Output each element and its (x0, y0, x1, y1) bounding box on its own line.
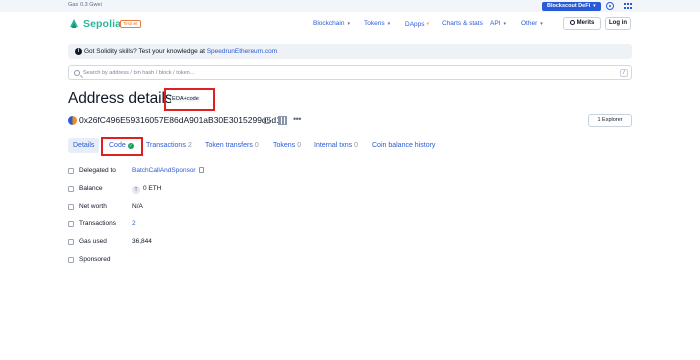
search-input[interactable] (83, 67, 603, 78)
blockscout-defi-button[interactable]: Blockscout DeFi ▾ (542, 2, 601, 11)
tab-label: Internal txns (314, 142, 353, 149)
detail-value: T0 ETH (132, 183, 161, 195)
detail-value: BatchCallAndSponsor (132, 165, 204, 177)
tab-label: Details (73, 142, 95, 149)
help-icon[interactable] (68, 186, 74, 192)
help-icon[interactable] (68, 204, 74, 210)
eoa-code-badge: EOA+code (171, 96, 200, 102)
nav-label: DApps (405, 21, 425, 28)
eth-token-icon: T (132, 186, 140, 194)
gas-label: Gas (68, 2, 79, 8)
tab-tokens[interactable]: Tokens 0 (273, 138, 301, 153)
chevron-down-icon: ▾ (387, 21, 391, 27)
nav-label: Other (521, 20, 538, 27)
testnet-badge: Testnet (120, 20, 141, 28)
settings-gear-icon[interactable] (606, 2, 614, 10)
help-icon[interactable] (68, 257, 74, 263)
detail-label: Net worth (79, 203, 107, 210)
qr-code-icon[interactable] (278, 116, 287, 125)
search-shortcut-key: / (620, 69, 628, 77)
annotation-highlight-box (101, 137, 143, 156)
annotation-highlight-box: EOA+code (164, 88, 215, 111)
tab-label: Coin balance history (372, 142, 436, 149)
banner-text-wrap: Got Solidity skills? Test your knowledge… (84, 44, 277, 59)
more-options-icon[interactable]: ••• (293, 114, 301, 124)
detail-label: Delegated to (79, 167, 116, 174)
chevron-down-icon: ▾ (503, 21, 506, 27)
nav-blockchain[interactable]: Blockchain ▾ (313, 20, 350, 27)
nav-label: Tokens (364, 20, 385, 27)
nav-label: Blockchain (313, 20, 345, 27)
merits-button[interactable]: Merits (563, 17, 601, 30)
chevron-down-icon: ▾ (540, 21, 543, 27)
nav-tokens[interactable]: Tokens ▾ (364, 20, 390, 27)
copy-icon[interactable] (198, 167, 204, 173)
chevron-down-icon: ▾ (593, 3, 596, 9)
announcement-banner: i Got Solidity skills? Test your knowled… (68, 44, 632, 59)
nav-dapps[interactable]: DApps⚡ (405, 20, 430, 28)
tab-coin-balance-history[interactable]: Coin balance history (372, 138, 435, 153)
tab-transactions[interactable]: Transactions 2 (146, 138, 192, 153)
explorer-button[interactable]: 1 Explorer (588, 114, 632, 127)
help-icon[interactable] (68, 221, 74, 227)
defi-button-label: Blockscout DeFi (547, 3, 591, 9)
tab-label: Token transfers (205, 142, 253, 149)
detail-label: Balance (79, 185, 103, 192)
address-identicon-icon (68, 116, 77, 125)
sepolia-logo-icon[interactable] (68, 18, 80, 30)
banner-text: Got Solidity skills? Test your knowledge… (84, 48, 207, 55)
nav-label: Charts & stats (442, 20, 483, 27)
tab-internal-txns[interactable]: Internal txns 0 (314, 138, 358, 153)
tab-label: Transactions (146, 142, 186, 149)
nav-api[interactable]: API ▾ (490, 20, 506, 27)
main-header: Sepolia Testnet Blockchain ▾ Tokens ▾ DApp… (0, 13, 700, 35)
page-title: Address details (68, 90, 173, 107)
detail-label: Gas used (79, 238, 107, 245)
search-icon (74, 70, 80, 76)
tab-count: 0 (254, 142, 259, 149)
gas-value: 0.3 Gwei (80, 2, 102, 8)
apps-grid-icon[interactable] (624, 3, 632, 10)
tab-label: Tokens (273, 142, 296, 149)
address-hash: 0x26fC496E59316057E86dA901aB30E3015299d5… (79, 115, 281, 125)
detail-label: Transactions (79, 220, 116, 227)
nav-other[interactable]: Other ▾ (521, 20, 543, 27)
login-button[interactable]: Log in (605, 17, 631, 30)
gas-price: Gas 0.3 Gwei (68, 2, 102, 8)
tab-count: 0 (354, 142, 359, 149)
tab-count: 0 (297, 142, 302, 149)
help-icon[interactable] (68, 239, 74, 245)
balance-value: 0 ETH (143, 185, 162, 192)
copy-icon[interactable] (264, 117, 270, 124)
network-logo-text[interactable]: Sepolia (83, 18, 121, 30)
tab-token-transfers[interactable]: Token transfers 0 (205, 138, 259, 153)
nav-label: API (490, 20, 501, 27)
detail-value: N/A (132, 203, 143, 210)
tab-count: 2 (187, 142, 192, 149)
detail-label: Sponsored (79, 256, 111, 263)
help-icon[interactable] (68, 168, 74, 174)
detail-value[interactable]: 2 (132, 218, 136, 230)
tab-details[interactable]: Details (68, 138, 100, 153)
merits-label: Merits (576, 20, 595, 26)
top-bar: Gas 0.3 Gwei Blockscout DeFi ▾ (0, 0, 700, 12)
search-bar: / (68, 65, 632, 80)
lightning-icon: ⚡ (425, 21, 431, 28)
merits-icon (569, 19, 575, 25)
delegated-contract-link[interactable]: BatchCallAndSponsor (132, 167, 196, 174)
banner-link[interactable]: SpeedrunEthereum.com (207, 48, 277, 55)
chevron-down-icon: ▾ (347, 21, 350, 27)
info-icon: i (75, 48, 82, 55)
detail-value: 36,844 (132, 238, 152, 245)
nav-charts-stats[interactable]: Charts & stats (442, 20, 483, 27)
